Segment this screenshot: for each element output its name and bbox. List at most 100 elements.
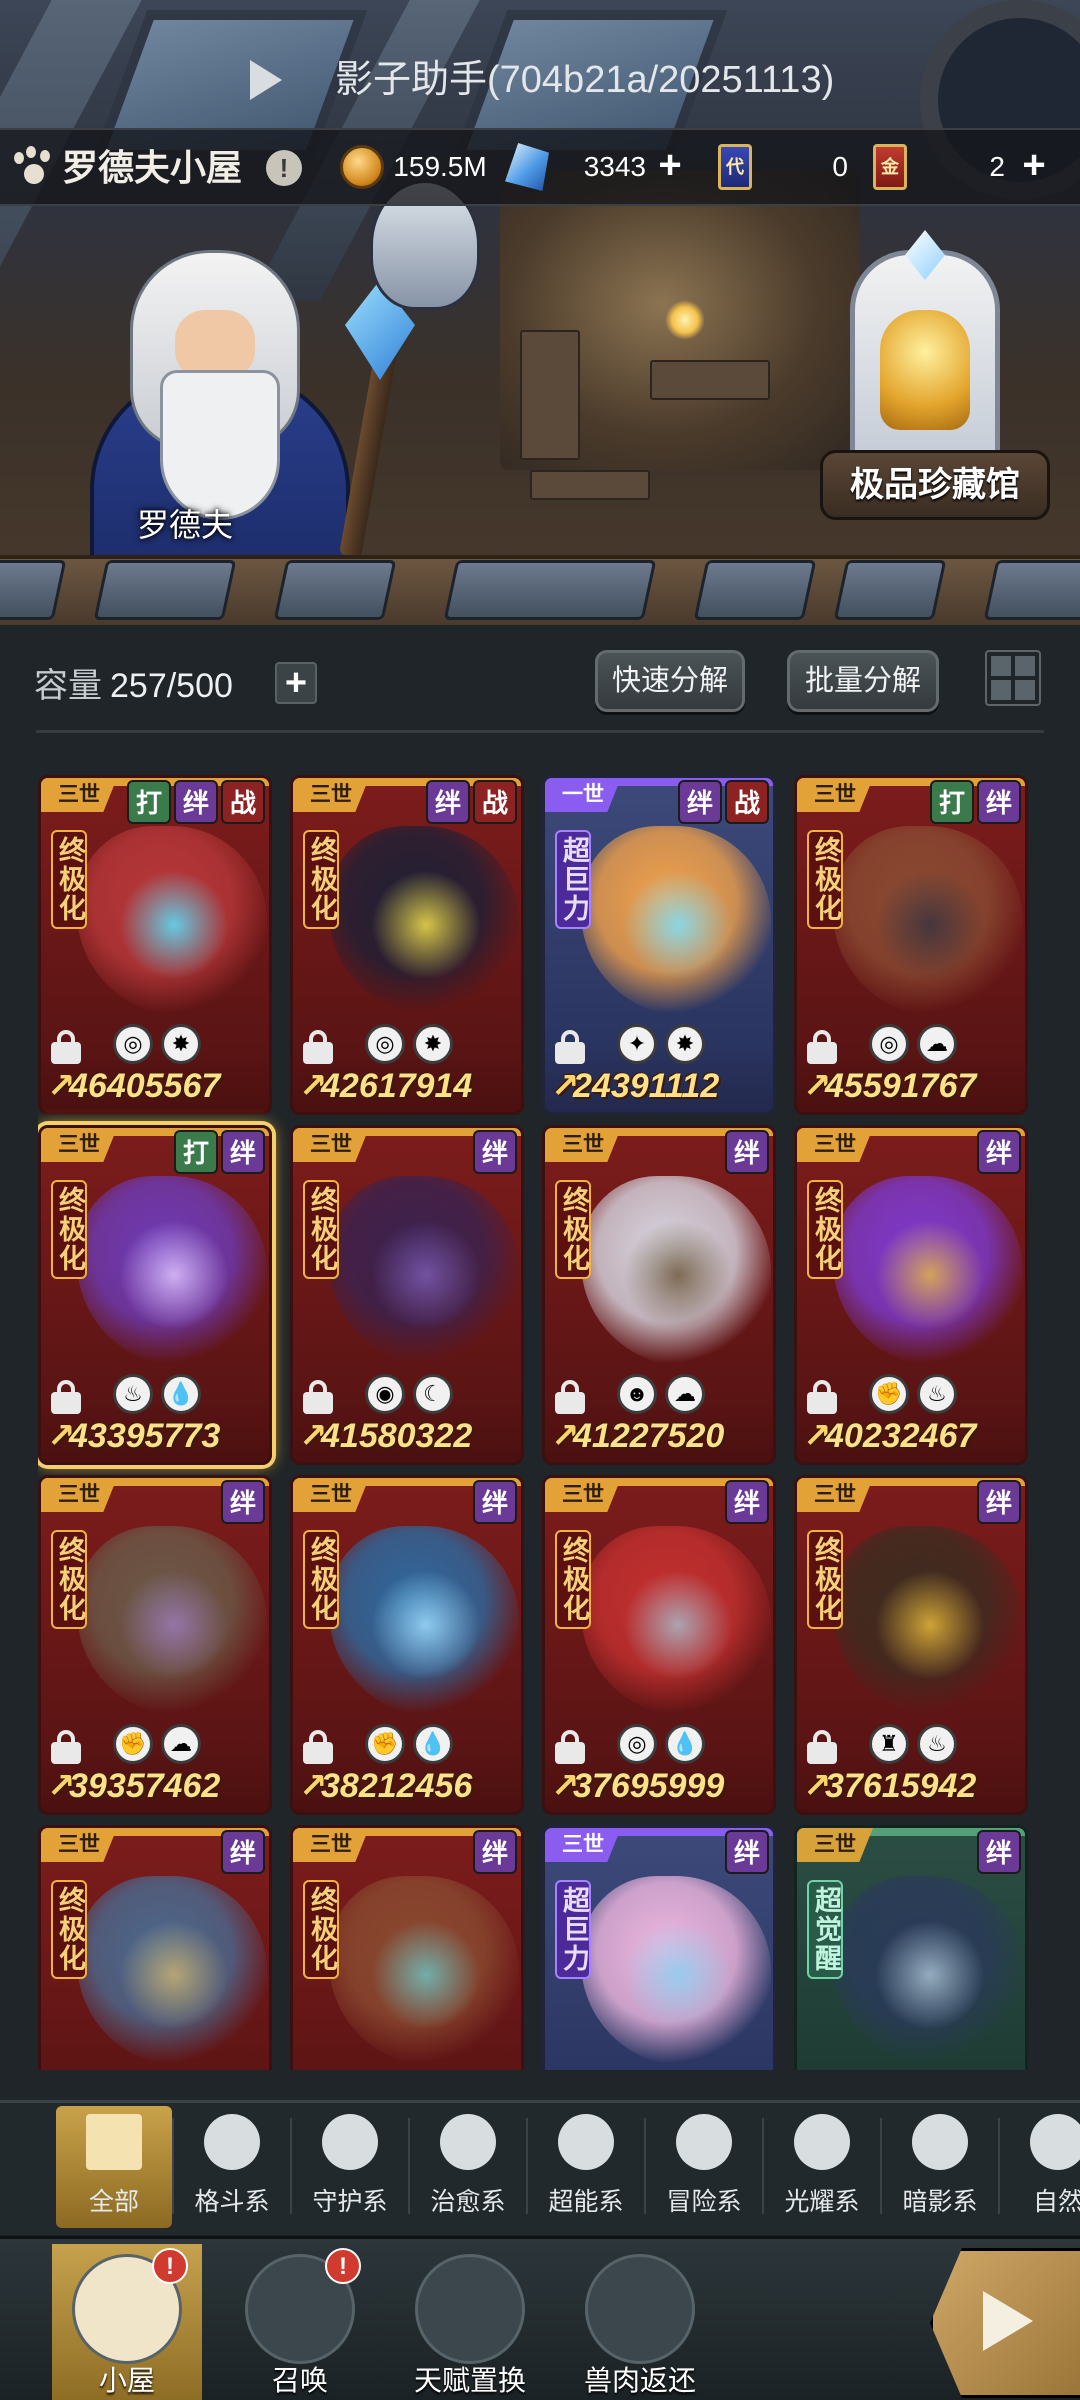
pet-portrait-glow: [623, 1220, 733, 1330]
generation-label: 三世: [293, 1478, 369, 1512]
pet-card[interactable]: 三世打绊战终极化 ◎ ✸ ↗46405567: [38, 775, 272, 1115]
shield-icon: ◎: [365, 1024, 405, 1064]
power-value: ↗39357462: [47, 1764, 269, 1808]
rank-label: 超巨力: [555, 1880, 591, 1979]
tag-bond: 绊: [473, 1130, 517, 1174]
nav-swap[interactable]: 天赋置换: [395, 2244, 545, 2400]
filter-shield[interactable]: 守护系: [292, 2106, 408, 2228]
alien-icon: [558, 2114, 614, 2170]
generation-label: 三世: [797, 1128, 873, 1162]
alert-badge: !: [325, 2248, 361, 2284]
wizard-beard: [160, 370, 280, 520]
generation-label: 三世: [797, 1828, 873, 1862]
lock-icon[interactable]: [807, 1380, 837, 1414]
rank-label: 超巨力: [555, 830, 591, 929]
pet-card[interactable]: 三世绊终极化 ◉ ☾ ↗41580322: [290, 1125, 524, 1465]
pet-portrait-glow: [875, 1570, 985, 1680]
power-icon: ↗: [551, 1067, 580, 1105]
sprout-icon: [440, 2114, 496, 2170]
nav-label: 天赋置换: [413, 2365, 526, 2396]
lock-icon[interactable]: [303, 1730, 333, 1764]
lock-icon[interactable]: [807, 1730, 837, 1764]
filter-leaf[interactable]: 自然: [1000, 2106, 1080, 2228]
expand-capacity-button[interactable]: +: [275, 662, 317, 704]
blue-ticket-icon: 代: [718, 144, 752, 190]
crosshair-icon: ✦: [617, 1024, 657, 1064]
lock-icon[interactable]: [555, 1380, 585, 1414]
generation-label: 三世: [41, 1128, 117, 1162]
lock-icon[interactable]: [51, 1730, 81, 1764]
lock-icon[interactable]: [303, 1030, 333, 1064]
lock-icon[interactable]: [51, 1030, 81, 1064]
power-value: ↗45591767: [803, 1064, 1025, 1108]
plank-cap: [693, 560, 817, 620]
grid-view-icon[interactable]: [985, 650, 1041, 706]
filter-eye[interactable]: 暗影系: [882, 2106, 998, 2228]
filter-alien[interactable]: 超能系: [528, 2106, 644, 2228]
card-tags: 打绊: [930, 780, 1021, 824]
pet-card[interactable]: 三世打绊终极化 ◎ ☁ ↗45591767: [794, 775, 1028, 1115]
card-tags: 打绊战: [127, 780, 265, 824]
lock-icon[interactable]: [555, 1730, 585, 1764]
pet-card[interactable]: 一世绊战超巨力 ✦ ✸ ↗24391112: [542, 775, 776, 1115]
power-number: 42617914: [321, 1067, 473, 1105]
rank-label: 终极化: [303, 1530, 339, 1629]
pet-card[interactable]: 三世绊终极化 ☻ ☁ ↗41227520: [542, 1125, 776, 1465]
pet-card[interactable]: 三世绊终极化 ✊ ☁ ↗39357462: [38, 1475, 272, 1815]
filter-fist[interactable]: 格斗系: [174, 2106, 290, 2228]
alien-icon: ☻: [617, 1374, 657, 1414]
filter-tower[interactable]: 冒险系: [646, 2106, 762, 2228]
pet-card[interactable]: 三世 绊终极化: [38, 1825, 272, 2070]
play-icon[interactable]: [250, 60, 282, 100]
rank-label: 终极化: [807, 1530, 843, 1629]
info-icon[interactable]: !: [266, 150, 302, 186]
alert-badge: !: [152, 2248, 188, 2284]
pet-card[interactable]: 三世绊终极化 ✊ 💧 ↗38212456: [290, 1475, 524, 1815]
pet-card[interactable]: 三世 绊超觉醒: [794, 1825, 1028, 2070]
power-value: ↗37695999: [551, 1764, 773, 1808]
batch-decompose-button[interactable]: 批量分解: [787, 650, 939, 712]
app-title: 影子助手(704b21a/20251113): [335, 59, 835, 101]
filter-sprout[interactable]: 治愈系: [410, 2106, 526, 2228]
generation-label: 三世: [293, 1828, 369, 1862]
nav-meat[interactable]: 兽肉返还: [565, 2244, 715, 2400]
plank-cap: [983, 560, 1080, 620]
filter-all-blocks[interactable]: 全部: [56, 2106, 172, 2228]
fire-icon: ♨: [917, 1374, 957, 1414]
pet-portrait-glow: [119, 1920, 229, 2030]
quick-decompose-button[interactable]: 快速分解: [595, 650, 745, 712]
lock-icon[interactable]: [51, 1380, 81, 1414]
power-number: 24391112: [573, 1067, 720, 1105]
gallery-trophy[interactable]: [850, 230, 1000, 460]
power-value: ↗24391112: [551, 1064, 773, 1108]
shield-icon: ◎: [113, 1024, 153, 1064]
shield-icon: [322, 2114, 378, 2170]
shield-icon: ◎: [617, 1724, 657, 1764]
lock-icon[interactable]: [555, 1030, 585, 1064]
pet-card[interactable]: 三世 绊终极化: [290, 1825, 524, 2070]
forward-button[interactable]: [930, 2248, 1080, 2398]
pet-card[interactable]: 三世绊终极化 ♜ ♨ ↗37615942: [794, 1475, 1028, 1815]
rank-label: 终极化: [807, 1180, 843, 1279]
power-icon: ↗: [803, 1067, 832, 1105]
star-icon: ✸: [161, 1024, 201, 1064]
rank-label: 终极化: [555, 1530, 591, 1629]
filter-crosshair[interactable]: 光耀系: [764, 2106, 880, 2228]
gallery-button[interactable]: 极品珍藏馆: [820, 450, 1050, 520]
pet-card[interactable]: 三世绊终极化 ◎ 💧 ↗37695999: [542, 1475, 776, 1815]
plank-cap: [93, 560, 237, 620]
card-tags: 绊: [221, 1830, 265, 1874]
generation-label: 三世: [545, 1828, 621, 1862]
pet-card[interactable]: 三世绊终极化 ✊ ♨ ↗40232467: [794, 1125, 1028, 1465]
add-crystal-button[interactable]: +: [652, 145, 688, 185]
pet-card[interactable]: 三世打绊终极化 ♨ 💧 ↗43395773: [38, 1125, 272, 1465]
pet-card[interactable]: 三世 绊超巨力: [542, 1825, 776, 2070]
lock-icon[interactable]: [807, 1030, 837, 1064]
lock-icon[interactable]: [303, 1380, 333, 1414]
add-ticket-button[interactable]: +: [1016, 145, 1052, 185]
power-icon: ↗: [47, 1767, 76, 1805]
pet-card[interactable]: 三世绊战终极化 ◎ ✸ ↗42617914: [290, 775, 524, 1115]
tag-war: 战: [221, 780, 265, 824]
filter-label: 治愈系: [430, 2188, 506, 2216]
rank-label: 终极化: [303, 1880, 339, 1979]
